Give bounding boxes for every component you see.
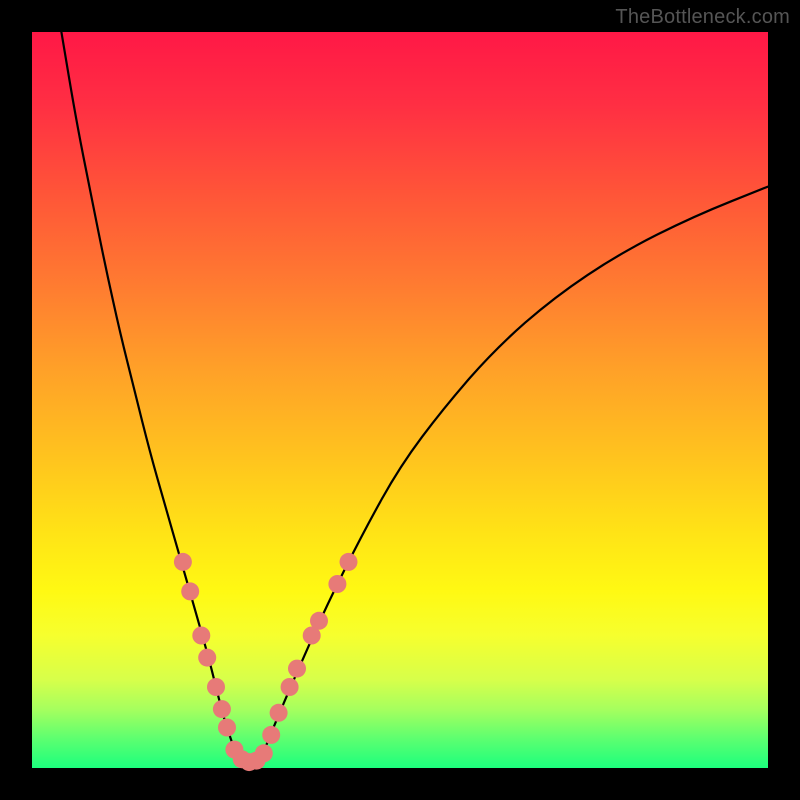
- data-marker: [255, 744, 273, 762]
- marker-points: [174, 553, 358, 771]
- data-marker: [328, 575, 346, 593]
- chart-frame: TheBottleneck.com: [0, 0, 800, 800]
- data-marker: [310, 612, 328, 630]
- data-marker: [270, 704, 288, 722]
- data-marker: [174, 553, 192, 571]
- data-marker: [198, 649, 216, 667]
- watermark-text: TheBottleneck.com: [615, 6, 790, 29]
- data-marker: [192, 627, 210, 645]
- curve-layer: [32, 32, 768, 768]
- data-marker: [340, 553, 358, 571]
- data-marker: [207, 678, 225, 696]
- data-marker: [262, 726, 280, 744]
- data-marker: [281, 678, 299, 696]
- data-marker: [213, 700, 231, 718]
- curve-path: [61, 32, 768, 764]
- data-marker: [288, 660, 306, 678]
- data-marker: [218, 719, 236, 737]
- plot-area: [32, 32, 768, 768]
- data-marker: [181, 582, 199, 600]
- bottleneck-curve: [61, 32, 768, 764]
